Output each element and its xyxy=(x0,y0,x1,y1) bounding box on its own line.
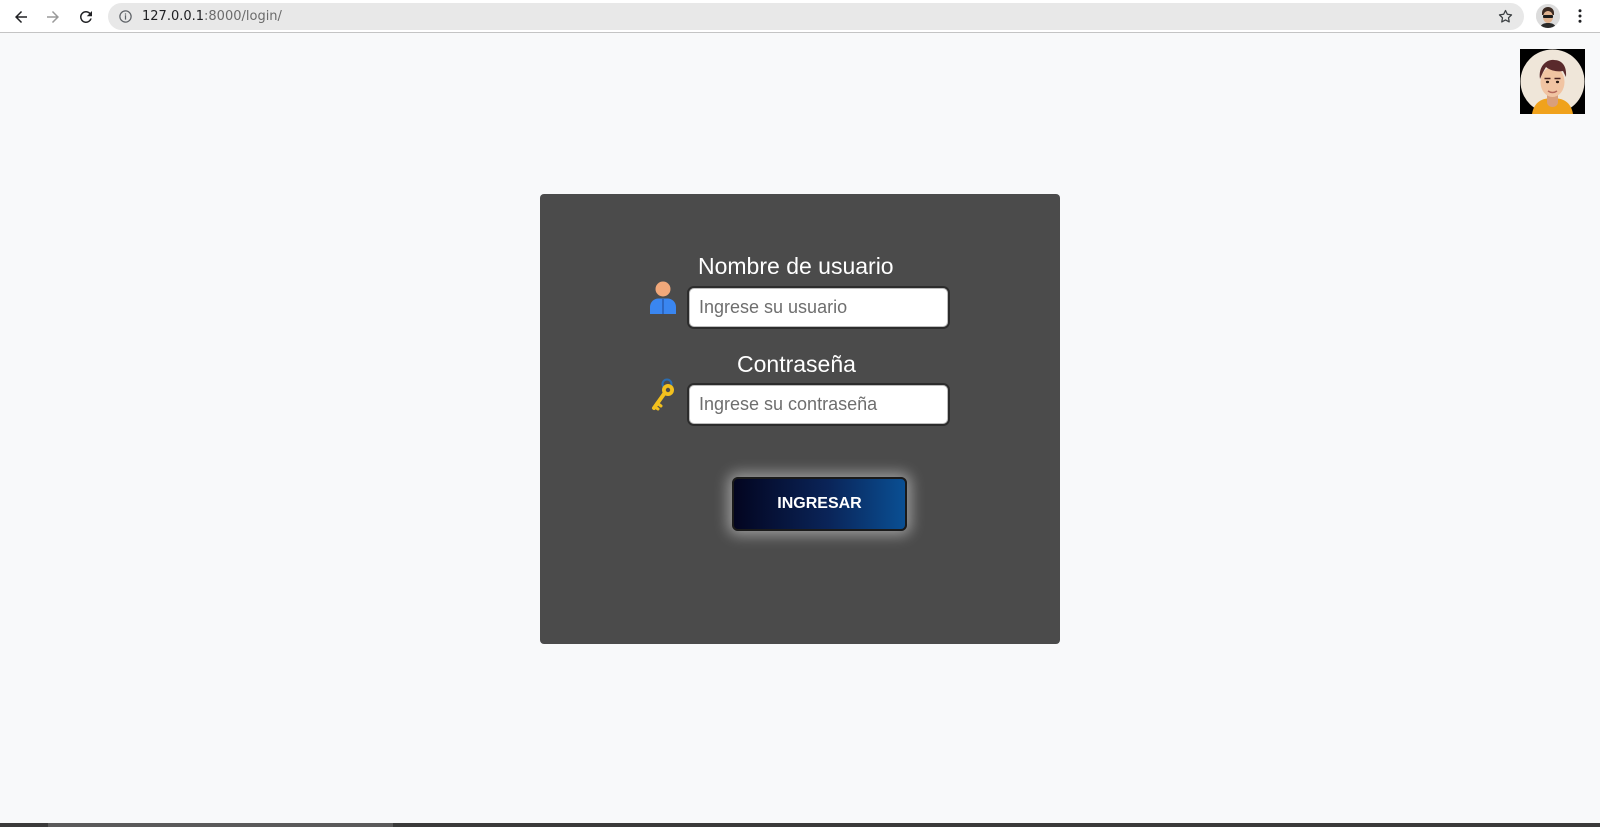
user-avatar xyxy=(1520,49,1585,114)
back-arrow-icon xyxy=(15,11,27,23)
password-input[interactable] xyxy=(687,383,950,426)
reload-button[interactable] xyxy=(73,4,99,30)
avatar-illustration xyxy=(1520,49,1585,114)
browser-menu-button[interactable] xyxy=(1570,5,1590,27)
url-host: 127.0.0.1 xyxy=(142,9,205,24)
browser-toolbar: 127.0.0.1:8000/login/ xyxy=(0,0,1600,33)
username-input[interactable] xyxy=(687,286,950,329)
url-path: :8000/login/ xyxy=(204,9,282,24)
back-button[interactable] xyxy=(8,4,34,30)
taskbar-edge xyxy=(0,823,1600,827)
login-submit-button[interactable]: INGRESAR xyxy=(732,477,907,531)
star-icon[interactable] xyxy=(1497,8,1514,25)
url-text[interactable]: 127.0.0.1:8000/login/ xyxy=(142,9,282,24)
profile-face-icon xyxy=(1536,4,1560,28)
user-icon xyxy=(650,281,676,314)
more-vert-icon xyxy=(1578,9,1582,23)
forward-button[interactable] xyxy=(40,4,66,30)
browser-profile-avatar[interactable] xyxy=(1536,4,1560,28)
info-icon[interactable] xyxy=(118,9,133,24)
address-bar[interactable]: 127.0.0.1:8000/login/ xyxy=(108,3,1524,30)
reload-icon xyxy=(79,10,92,23)
login-form: Nombre de usuario Contraseña INGRESAR xyxy=(540,194,1060,644)
key-icon xyxy=(652,378,674,411)
password-label: Contraseña xyxy=(737,351,856,377)
taskbar-segment xyxy=(48,823,393,827)
forward-arrow-icon xyxy=(47,11,59,23)
username-label: Nombre de usuario xyxy=(698,253,894,279)
